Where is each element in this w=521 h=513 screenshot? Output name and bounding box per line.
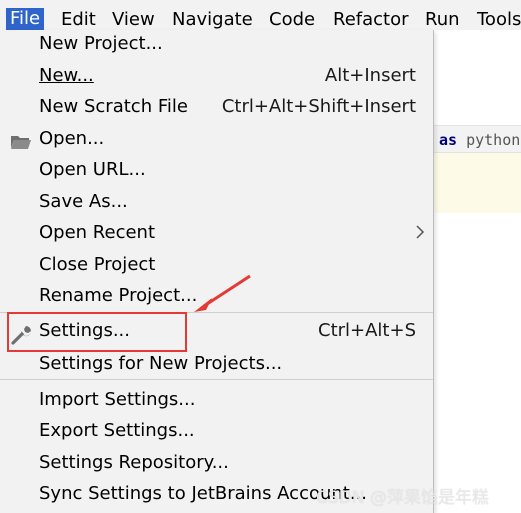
menu-item-label: Import Settings... — [39, 389, 196, 410]
annotation-arrow-icon — [194, 274, 251, 312]
menu-item-label: Open Recent — [39, 222, 156, 243]
menu-navigate[interactable]: Navigate — [172, 9, 253, 31]
menu-item-shortcut: Alt+Insert — [324, 65, 416, 86]
chevron-right-icon — [415, 224, 425, 240]
menu-item-export-settings[interactable]: Export Settings... — [0, 418, 433, 448]
menu-item-new[interactable]: New... Alt+Insert — [0, 63, 433, 93]
menu-code[interactable]: Code — [269, 9, 315, 31]
menu-tools[interactable]: Tools — [477, 9, 521, 31]
menu-item-label: Settings for New Projects... — [39, 353, 283, 374]
editor-code-line: as python — [439, 131, 520, 149]
menu-item-save-as[interactable]: Save As... — [0, 189, 433, 219]
menu-item-label: New Project... — [39, 33, 163, 54]
menu-run[interactable]: Run — [425, 9, 460, 31]
editor-pane[interactable]: as python — [433, 30, 521, 513]
menu-item-label: Export Settings... — [39, 420, 195, 441]
menu-item-label: Open... — [39, 128, 105, 149]
menu-item-label: Rename Project... — [39, 285, 198, 306]
code-module: python — [466, 131, 521, 149]
menu-edit[interactable]: Edit — [61, 9, 96, 31]
menu-item-shortcut: Ctrl+Alt+Shift+Insert — [221, 96, 416, 117]
annotation-highlight-box — [7, 312, 187, 352]
menu-item-label: Settings Repository... — [39, 452, 229, 473]
menu-item-open-recent[interactable]: Open Recent — [0, 220, 433, 250]
menu-item-import-settings[interactable]: Import Settings... — [0, 387, 433, 417]
menu-item-new-scratch-file[interactable]: New Scratch File Ctrl+Alt+Shift+Insert — [0, 94, 433, 124]
menu-item-label: Save As... — [39, 191, 128, 212]
menu-separator — [0, 379, 433, 380]
menu-item-new-project[interactable]: New Project... — [0, 31, 433, 61]
menu-item-label: Open URL... — [39, 159, 146, 180]
menu-item-label: New Scratch File — [39, 96, 188, 117]
menu-item-label: Close Project — [39, 254, 156, 275]
menu-item-open[interactable]: Open... — [0, 126, 433, 156]
menu-item-settings-repository[interactable]: Settings Repository... — [0, 450, 433, 480]
main-menubar: File Edit View Navigate Code Refactor Ru… — [0, 0, 521, 32]
menu-item-settings-new-projects[interactable]: Settings for New Projects... — [0, 351, 433, 381]
menu-item-open-url[interactable]: Open URL... — [0, 157, 433, 187]
menu-file[interactable]: File — [6, 8, 45, 32]
menu-item-shortcut: Ctrl+Alt+S — [318, 320, 416, 341]
menu-view[interactable]: View — [112, 9, 155, 31]
menu-refactor[interactable]: Refactor — [333, 9, 409, 31]
watermark-text: CSDN @萍果馅是年糕 — [316, 488, 489, 508]
menu-item-label: New... — [39, 65, 94, 86]
folder-icon — [10, 132, 32, 152]
code-keyword: as — [439, 131, 458, 149]
